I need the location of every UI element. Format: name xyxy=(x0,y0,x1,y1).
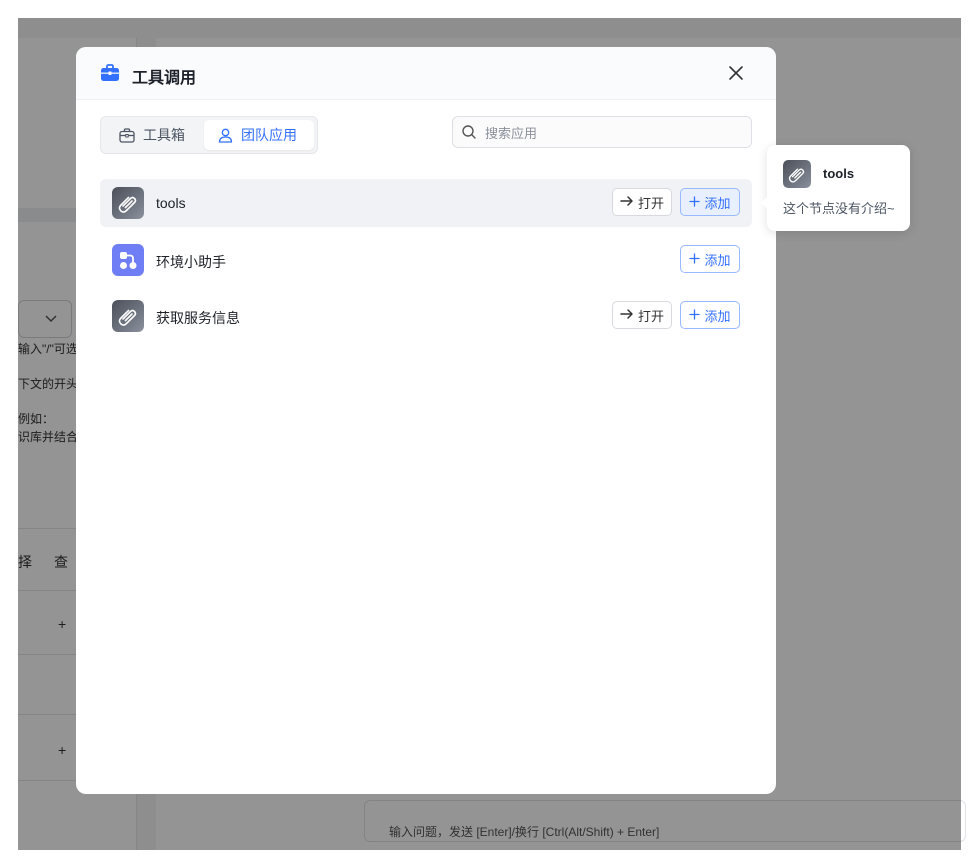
plus-icon xyxy=(689,308,701,322)
add-button[interactable]: 添加 xyxy=(680,245,740,273)
close-icon[interactable] xyxy=(726,63,746,83)
search-icon xyxy=(462,125,476,139)
plus-icon xyxy=(689,195,701,209)
search-box xyxy=(452,116,752,148)
user-icon xyxy=(218,128,233,143)
modal-title: 工具调用 xyxy=(132,70,197,87)
tab-group: 工具箱 团队应用 xyxy=(100,116,318,154)
tooltip-app-name: tools xyxy=(823,166,855,181)
open-button-label: 打开 xyxy=(637,308,664,324)
search-input[interactable] xyxy=(483,121,747,145)
toolbox-outline-icon xyxy=(119,127,135,143)
toolbox-icon xyxy=(100,64,120,82)
add-button-label: 添加 xyxy=(704,308,731,324)
app-row-service-info[interactable]: 获取服务信息 打开 添加 xyxy=(100,292,752,340)
app-row-tools[interactable]: tools 打开 添加 xyxy=(100,179,752,227)
paperclip-icon xyxy=(112,187,144,219)
add-button-label: 添加 xyxy=(704,195,731,211)
tab-toolbox-label: 工具箱 xyxy=(143,127,185,143)
app-name: 环境小助手 xyxy=(156,254,226,270)
app-tooltip: tools 这个节点没有介绍~ xyxy=(761,145,910,231)
plus-icon xyxy=(689,252,701,266)
arrow-right-icon xyxy=(620,308,634,322)
tab-toolbox[interactable]: 工具箱 xyxy=(105,120,201,150)
modal-header: 工具调用 xyxy=(76,47,776,100)
tab-team-apps[interactable]: 团队应用 xyxy=(204,120,314,150)
screen: 输入"/"可选 下文的开头， 例如： 识库并结合 择 查 + + 输入问题，发送… xyxy=(0,0,979,868)
workflow-icon xyxy=(112,244,144,276)
open-button-label: 打开 xyxy=(637,195,664,211)
open-button[interactable]: 打开 xyxy=(612,301,672,329)
add-button[interactable]: 添加 xyxy=(680,188,740,216)
app-name: 获取服务信息 xyxy=(156,310,240,326)
add-button-label: 添加 xyxy=(704,252,731,268)
add-button[interactable]: 添加 xyxy=(680,301,740,329)
app-row-env-assistant[interactable]: 环境小助手 添加 xyxy=(100,236,752,284)
app-name: tools xyxy=(156,195,186,211)
tooltip-description: 这个节点没有介绍~ xyxy=(783,201,895,216)
arrow-right-icon xyxy=(620,195,634,209)
open-button[interactable]: 打开 xyxy=(612,188,672,216)
tab-team-apps-label: 团队应用 xyxy=(241,127,297,143)
tool-call-modal: 工具调用 工具箱 团队应用 搜索应用 tools 打开 添加 环境小助手 添加 … xyxy=(76,47,776,794)
paperclip-icon xyxy=(112,300,144,332)
paperclip-icon xyxy=(783,160,811,188)
